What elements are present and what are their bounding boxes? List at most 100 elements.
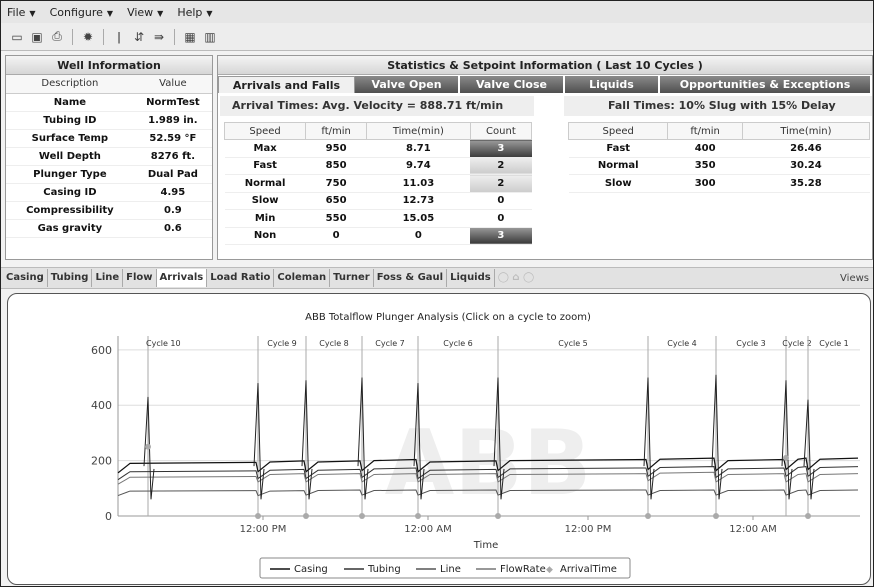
cell: 750 [305,174,367,193]
cell: 15.05 [366,209,471,228]
cell: 0 [305,227,367,245]
table-row: Plunger Type Dual Pad [6,165,212,184]
arrival-time-point [805,513,811,519]
well-information-panel: Well Information Description Value Name N… [5,55,213,260]
legend-label: Tubing [367,564,401,575]
table-header-row: Speed ft/min Time(min) Count [223,122,533,140]
cell: Normal [568,157,668,175]
menu-bar: File ▼ Configure ▼ View ▼ Help ▼ [1,1,873,23]
arrival-time-point [145,443,151,450]
chevron-down-icon: ▼ [206,8,213,18]
tab-line[interactable]: Line [92,269,124,287]
new-icon[interactable]: ▭ [9,29,25,45]
chart-title: ABB Totalflow Plunger Analysis (Click on… [305,312,591,323]
table-header-row: Description Value [6,75,212,94]
tab-coleman[interactable]: Coleman [274,269,331,287]
toolbar-divider [174,28,175,45]
sync-icon[interactable]: ⇵ [131,29,147,45]
arrival-spike [803,399,815,500]
y-tick-label: 400 [91,399,112,412]
forward-icon[interactable]: ⇛ [151,29,167,45]
table-row: Gas gravity 0.6 [6,219,212,238]
cell: 8276 ft. [133,147,212,166]
column-header: Time(min) [741,122,871,140]
cell: Normal [224,174,306,193]
tab-valve-open[interactable]: Valve Open [355,76,460,93]
cell: Tubing ID [6,111,134,130]
column-header: Speed [223,122,307,140]
cell: 26.46 [742,139,870,158]
tab-foss-gaul[interactable]: Foss & Gaul [374,269,448,287]
cell: Non [224,227,306,245]
tab-opportunities-exceptions[interactable]: Opportunities & Exceptions [660,76,872,93]
cell: Slow [568,174,668,193]
arrival-spike [643,377,655,500]
legend-marker: ◆ [546,565,553,575]
table-row: Normal 350 30.24 [568,157,870,175]
cell: Plunger Type [6,165,134,184]
tab-tubing[interactable]: Tubing [48,269,93,287]
cell: 30.24 [742,157,870,175]
toolbar: ▭ ▣ ⎙ ✹ ǀ ⇵ ⇛ ▦ ▥ [1,23,873,51]
count-cell: 0 [470,192,532,210]
tab-flow[interactable]: Flow [123,269,157,287]
cell: Name [6,93,134,112]
plunger-chart[interactable]: ABB Totalflow Plunger Analysis (Click on… [8,294,870,584]
cell: Casing ID [6,183,134,202]
menu-configure-label: Configure [49,5,103,19]
well-panel-title: Well Information [6,56,212,75]
cell: 0 [366,227,471,245]
cell: 4.95 [133,183,212,202]
cell: 52.59 °F [133,129,212,148]
arrival-time-point [359,513,365,519]
table-row: Max 950 8.71 3 [224,139,532,158]
x-tick-label: 12:00 PM [240,524,287,535]
column-header: ft/min [667,122,743,140]
menu-view-label: View [127,5,154,19]
menu-configure[interactable]: Configure ▼ [50,6,113,19]
column-header: Count [469,122,533,140]
cycle-label: Cycle 3 [736,339,766,348]
chart-container: ABB Totalflow Plunger Analysis (Click on… [7,293,871,585]
views-menu[interactable]: Views [840,273,869,284]
tab-valve-close[interactable]: Valve Close [460,76,565,93]
tab-liquids-chart[interactable]: Liquids [447,269,495,287]
table-row: Slow 300 35.28 [568,174,870,193]
menu-help[interactable]: Help ▼ [177,6,212,19]
info-icon[interactable]: ǀ [111,29,127,45]
cell: 300 [667,174,743,193]
x-tick-label: 12:00 AM [729,524,776,535]
table-icon[interactable]: ▦ [182,29,198,45]
cell: 400 [667,139,743,158]
legend-label: ArrivalTime [560,564,617,575]
cell: 0.6 [133,219,212,238]
print-icon[interactable]: ⎙ [49,29,65,45]
count-cell: 2 [470,174,532,193]
tab-liquids[interactable]: Liquids [565,76,660,93]
tab-arrivals-and-falls[interactable]: Arrivals and Falls [218,76,355,93]
cell: 12.73 [366,192,471,210]
tab-arrivals[interactable]: Arrivals [156,269,208,287]
toolbar-divider [103,28,104,45]
arrival-time-point [255,513,261,519]
table-row: Compressibility 0.9 [6,201,212,220]
menu-view[interactable]: View ▼ [127,6,163,19]
count-cell: 3 [470,227,532,245]
table-row: Well Depth 8276 ft. [6,147,212,166]
cell: 550 [305,209,367,228]
tab-casing[interactable]: Casing [3,269,48,287]
fall-times-table: Speed ft/min Time(min) Fast 400 26.46 Norm… [567,122,871,193]
tab-turner[interactable]: Turner [330,269,374,287]
save-icon[interactable]: ▣ [29,29,45,45]
arrival-times-table: Speed ft/min Time(min) Count Max 950 8.71 3… [223,122,533,245]
settings-icon[interactable]: ✹ [80,29,96,45]
nav-icons[interactable]: ◯ ⌂ ◯ [495,269,538,287]
chevron-down-icon: ▼ [157,8,164,18]
menu-file[interactable]: File ▼ [7,6,36,19]
chevron-down-icon: ▼ [106,8,114,18]
cell: Fast [568,139,668,158]
cycle-label: Cycle 2 [782,339,812,348]
stats-tab-bar: Arrivals and Falls Valve Open Valve Clos… [218,76,872,93]
tab-load-ratio[interactable]: Load Ratio [207,269,275,287]
chart-icon[interactable]: ▥ [202,29,218,45]
